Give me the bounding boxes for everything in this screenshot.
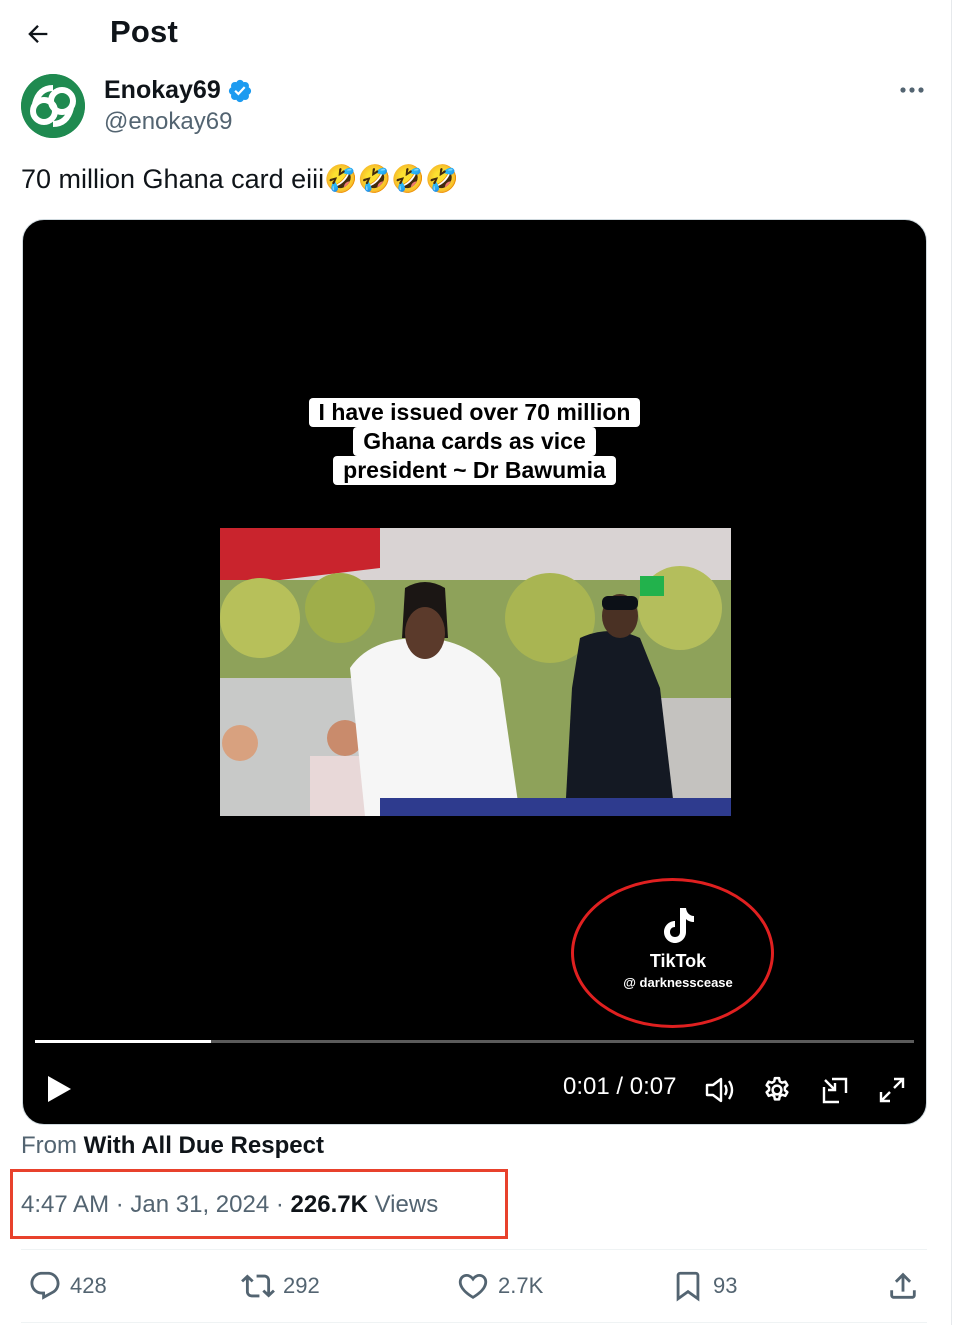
video-scene-image bbox=[220, 528, 731, 816]
back-button[interactable] bbox=[20, 16, 56, 52]
video-caption: I have issued over 70 million Ghana card… bbox=[23, 398, 926, 485]
source-prefix: From bbox=[21, 1132, 77, 1159]
play-button[interactable] bbox=[45, 1073, 75, 1105]
like-count: 2.7K bbox=[498, 1273, 544, 1298]
pip-icon bbox=[822, 1077, 848, 1104]
video-progress-bar[interactable] bbox=[35, 1040, 914, 1043]
gear-icon bbox=[765, 1076, 789, 1101]
reply-count: 428 bbox=[70, 1273, 107, 1298]
reply-button[interactable]: 428 bbox=[28, 1268, 107, 1304]
video-time: 0:01 / 0:07 bbox=[563, 1073, 677, 1100]
like-button[interactable]: 2.7K bbox=[456, 1268, 543, 1304]
caption-line: president ~ Dr Bawumia bbox=[333, 456, 616, 485]
settings-button[interactable] bbox=[760, 1073, 794, 1107]
heart-icon bbox=[458, 1273, 488, 1299]
video-progress-fill bbox=[35, 1040, 211, 1043]
user-handle[interactable]: @enokay69 bbox=[104, 108, 232, 136]
bookmark-button[interactable]: 93 bbox=[671, 1268, 737, 1304]
repost-count: 292 bbox=[283, 1273, 320, 1298]
post-date[interactable]: Jan 31, 2024 bbox=[130, 1191, 269, 1218]
bookmark-icon bbox=[676, 1271, 700, 1302]
caption-line: Ghana cards as vice bbox=[353, 427, 596, 456]
caption-line: I have issued over 70 million bbox=[308, 398, 641, 427]
separator-dot: · bbox=[115, 1191, 124, 1218]
volume-button[interactable] bbox=[703, 1073, 737, 1107]
video-frame[interactable] bbox=[220, 528, 731, 816]
picture-in-picture-button[interactable] bbox=[818, 1073, 852, 1107]
fullscreen-button[interactable] bbox=[875, 1073, 909, 1107]
source-attribution: From With All Due Respect bbox=[21, 1132, 324, 1160]
post-time[interactable]: 4:47 AM bbox=[21, 1191, 109, 1218]
arrow-left-icon bbox=[28, 25, 48, 43]
more-options-button[interactable] bbox=[890, 76, 934, 104]
bookmark-count: 93 bbox=[713, 1273, 738, 1298]
views-label: Views bbox=[374, 1191, 439, 1218]
more-dots-icon bbox=[900, 87, 924, 93]
divider bbox=[21, 1249, 927, 1250]
source-name[interactable]: With All Due Respect bbox=[84, 1132, 324, 1159]
page-header: Post bbox=[0, 0, 951, 66]
avatar[interactable] bbox=[21, 74, 85, 138]
page-title: Post bbox=[110, 14, 178, 49]
play-icon bbox=[48, 1076, 71, 1102]
avatar-logo-icon bbox=[21, 74, 85, 138]
display-name[interactable]: Enokay69 bbox=[104, 76, 253, 105]
annotation-circle bbox=[571, 878, 774, 1028]
timestamp-line: 4:47 AM · Jan 31, 2024 · 226.7K Views bbox=[21, 1191, 438, 1219]
tweet-text: 70 million Ghana card eiii🤣🤣🤣🤣 bbox=[21, 164, 459, 194]
divider bbox=[21, 1322, 927, 1323]
repost-icon bbox=[241, 1274, 275, 1298]
repost-button[interactable]: 292 bbox=[241, 1268, 320, 1304]
share-icon bbox=[890, 1272, 916, 1299]
views-count: 226.7K bbox=[290, 1191, 368, 1218]
fullscreen-icon bbox=[879, 1077, 905, 1103]
separator-dot: · bbox=[275, 1191, 284, 1218]
share-button[interactable] bbox=[886, 1268, 920, 1304]
video-player[interactable]: I have issued over 70 million Ghana card… bbox=[22, 219, 927, 1125]
display-name-text: Enokay69 bbox=[104, 76, 221, 104]
reply-icon bbox=[30, 1271, 60, 1300]
column-border bbox=[951, 0, 952, 1325]
verified-badge-icon bbox=[228, 79, 251, 102]
volume-icon bbox=[705, 1077, 734, 1103]
